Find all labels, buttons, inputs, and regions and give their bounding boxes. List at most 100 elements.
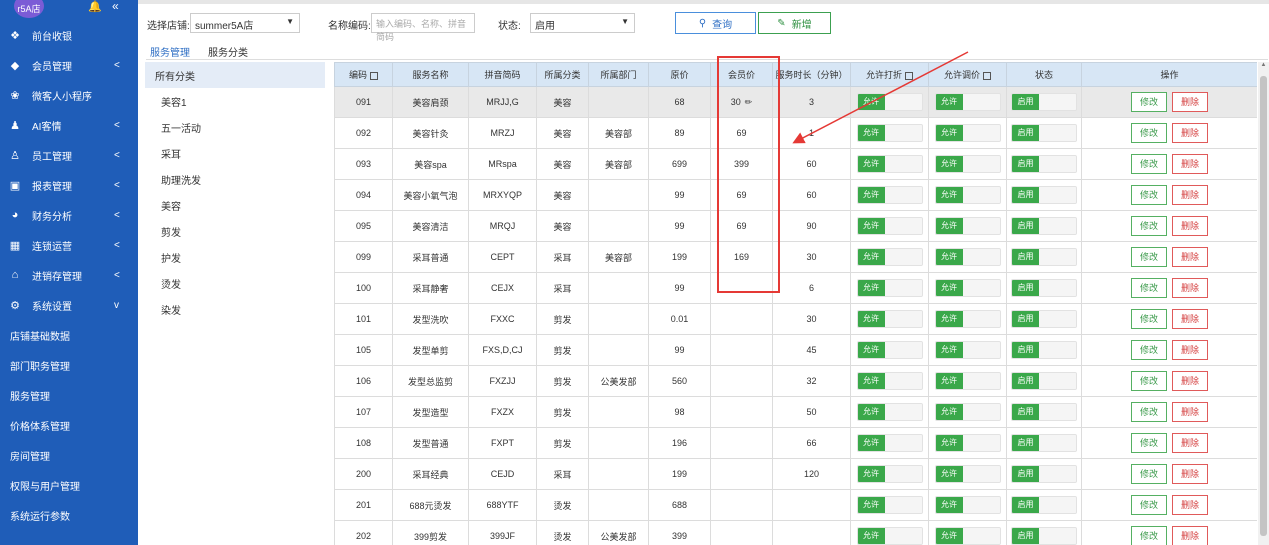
allow-discount-toggle[interactable]: 允许 xyxy=(856,527,923,545)
table-row[interactable]: 108 发型普通 FXPT 剪发 196 66 允许 允许 启用 修改 删除 xyxy=(334,427,1257,459)
delete-button[interactable]: 删除 xyxy=(1172,123,1208,143)
status-toggle[interactable]: 启用 xyxy=(1011,372,1077,390)
allow-price-adjust-toggle[interactable]: 允许 xyxy=(934,341,1001,359)
table-row[interactable]: 100 采耳静奢 CEJX 采耳 99 6 允许 允许 启用 修改 删除 xyxy=(334,272,1257,304)
category-item[interactable]: 采耳 xyxy=(145,140,325,166)
category-item[interactable]: 美容 xyxy=(145,192,325,218)
sidebar-subitem[interactable]: 房间管理 xyxy=(0,440,138,470)
add-button[interactable]: ✎ 新增 xyxy=(758,12,831,34)
status-toggle[interactable]: 启用 xyxy=(1011,186,1077,204)
allow-discount-toggle[interactable]: 允许 xyxy=(856,248,923,266)
filter-icon[interactable] xyxy=(370,71,378,80)
delete-button[interactable]: 删除 xyxy=(1172,154,1208,174)
edit-button[interactable]: 修改 xyxy=(1131,371,1167,391)
sidebar-item[interactable]: ⌂ 进销存管理 < xyxy=(0,260,138,290)
allow-price-adjust-toggle[interactable]: 允许 xyxy=(934,465,1001,483)
sidebar-item[interactable]: ♙ 员工管理 < xyxy=(0,140,138,170)
edit-button[interactable]: 修改 xyxy=(1131,185,1167,205)
sidebar-subitem[interactable]: 系统运行参数 xyxy=(0,500,138,530)
collapse-icon[interactable]: « xyxy=(112,0,119,13)
delete-button[interactable]: 删除 xyxy=(1172,433,1208,453)
sidebar-subitem[interactable]: 部门职务管理 xyxy=(0,350,138,380)
table-row[interactable]: 101 发型洗吹 FXXC 剪发 0.01 30 允许 允许 启用 修改 删除 xyxy=(334,303,1257,335)
column-header[interactable]: 允许打折 xyxy=(850,62,929,87)
status-toggle[interactable]: 启用 xyxy=(1011,496,1077,514)
table-row[interactable]: 095 美容清洁 MRQJ 美容 99 69 90 允许 允许 启用 修改 删除 xyxy=(334,210,1257,242)
sidebar-item[interactable]: ❖ 前台收银 xyxy=(0,20,138,50)
allow-discount-toggle[interactable]: 允许 xyxy=(856,341,923,359)
sidebar-item[interactable]: ⚙ 系统设置 v xyxy=(0,290,138,320)
allow-discount-toggle[interactable]: 允许 xyxy=(856,465,923,483)
column-header[interactable]: 编码 xyxy=(334,62,393,87)
status-toggle[interactable]: 启用 xyxy=(1011,341,1077,359)
allow-price-adjust-toggle[interactable]: 允许 xyxy=(934,434,1001,452)
status-select[interactable]: 启用 ▼ xyxy=(530,13,635,33)
status-toggle[interactable]: 启用 xyxy=(1011,124,1077,142)
allow-price-adjust-toggle[interactable]: 允许 xyxy=(934,124,1001,142)
allow-price-adjust-toggle[interactable]: 允许 xyxy=(934,155,1001,173)
delete-button[interactable]: 删除 xyxy=(1172,340,1208,360)
sidebar-item[interactable]: ♟ AI客情 < xyxy=(0,110,138,140)
delete-button[interactable]: 删除 xyxy=(1172,464,1208,484)
category-item[interactable]: 护发 xyxy=(145,244,325,270)
tab-service-management[interactable]: 服务管理 xyxy=(150,44,190,64)
edit-button[interactable]: 修改 xyxy=(1131,433,1167,453)
store-select[interactable]: summer5A店 ▼ xyxy=(190,13,300,33)
allow-discount-toggle[interactable]: 允许 xyxy=(856,155,923,173)
pencil-icon[interactable]: ✏ xyxy=(745,97,753,107)
allow-discount-toggle[interactable]: 允许 xyxy=(856,310,923,328)
edit-button[interactable]: 修改 xyxy=(1131,154,1167,174)
vertical-scrollbar[interactable]: ▲ xyxy=(1258,62,1269,545)
table-row[interactable]: 202 399剪发 399JF 烫发 公美发部 399 允许 允许 启用 修改 删除 xyxy=(334,520,1257,545)
allow-discount-toggle[interactable]: 允许 xyxy=(856,124,923,142)
status-toggle[interactable]: 启用 xyxy=(1011,527,1077,545)
category-item[interactable]: 五一活动 xyxy=(145,114,325,140)
filter-icon[interactable] xyxy=(905,71,913,80)
edit-button[interactable]: 修改 xyxy=(1131,309,1167,329)
delete-button[interactable]: 删除 xyxy=(1172,402,1208,422)
allow-discount-toggle[interactable]: 允许 xyxy=(856,434,923,452)
status-toggle[interactable]: 启用 xyxy=(1011,155,1077,173)
allow-discount-toggle[interactable]: 允许 xyxy=(856,372,923,390)
allow-price-adjust-toggle[interactable]: 允许 xyxy=(934,372,1001,390)
status-toggle[interactable]: 启用 xyxy=(1011,93,1077,111)
allow-discount-toggle[interactable]: 允许 xyxy=(856,186,923,204)
table-row[interactable]: 094 美容小氧气泡 MRXYQP 美容 99 69 60 允许 允许 启用 修改 删除 xyxy=(334,179,1257,211)
allow-price-adjust-toggle[interactable]: 允许 xyxy=(934,527,1001,545)
delete-button[interactable]: 删除 xyxy=(1172,526,1208,545)
bell-icon[interactable]: 🔔 xyxy=(88,0,102,13)
edit-button[interactable]: 修改 xyxy=(1131,123,1167,143)
category-item[interactable]: 助理洗发 xyxy=(145,166,325,192)
edit-button[interactable]: 修改 xyxy=(1131,278,1167,298)
name-search-input[interactable]: 输入编码、名称、拼音简码 xyxy=(371,13,475,42)
delete-button[interactable]: 删除 xyxy=(1172,185,1208,205)
edit-button[interactable]: 修改 xyxy=(1131,495,1167,515)
sidebar-subitem[interactable]: 服务管理 xyxy=(0,380,138,410)
category-item[interactable]: 染发 xyxy=(145,296,325,322)
allow-price-adjust-toggle[interactable]: 允许 xyxy=(934,248,1001,266)
table-row[interactable]: 107 发型造型 FXZX 剪发 98 50 允许 允许 启用 修改 删除 xyxy=(334,396,1257,428)
category-item[interactable]: 所有分类 xyxy=(145,62,325,88)
delete-button[interactable]: 删除 xyxy=(1172,216,1208,236)
allow-price-adjust-toggle[interactable]: 允许 xyxy=(934,403,1001,421)
column-header[interactable]: 允许调价 xyxy=(928,62,1007,87)
edit-button[interactable]: 修改 xyxy=(1131,247,1167,267)
sidebar-item[interactable]: ◆ 会员管理 < xyxy=(0,50,138,80)
allow-price-adjust-toggle[interactable]: 允许 xyxy=(934,186,1001,204)
allow-discount-toggle[interactable]: 允许 xyxy=(856,217,923,235)
status-toggle[interactable]: 启用 xyxy=(1011,403,1077,421)
sidebar-item[interactable]: ◕ 财务分析 < xyxy=(0,200,138,230)
table-row[interactable]: 200 采耳经典 CEJD 采耳 199 120 允许 允许 启用 修改 删除 xyxy=(334,458,1257,490)
allow-price-adjust-toggle[interactable]: 允许 xyxy=(934,217,1001,235)
delete-button[interactable]: 删除 xyxy=(1172,495,1208,515)
filter-icon[interactable] xyxy=(983,71,991,80)
delete-button[interactable]: 删除 xyxy=(1172,247,1208,267)
status-toggle[interactable]: 启用 xyxy=(1011,434,1077,452)
sidebar-item[interactable]: ▣ 报表管理 < xyxy=(0,170,138,200)
status-toggle[interactable]: 启用 xyxy=(1011,465,1077,483)
allow-price-adjust-toggle[interactable]: 允许 xyxy=(934,93,1001,111)
edit-button[interactable]: 修改 xyxy=(1131,340,1167,360)
allow-price-adjust-toggle[interactable]: 允许 xyxy=(934,279,1001,297)
allow-discount-toggle[interactable]: 允许 xyxy=(856,403,923,421)
table-row[interactable]: 099 采耳普通 CEPT 采耳 美容部 199 169 30 允许 允许 启用 修改 删除 xyxy=(334,241,1257,273)
